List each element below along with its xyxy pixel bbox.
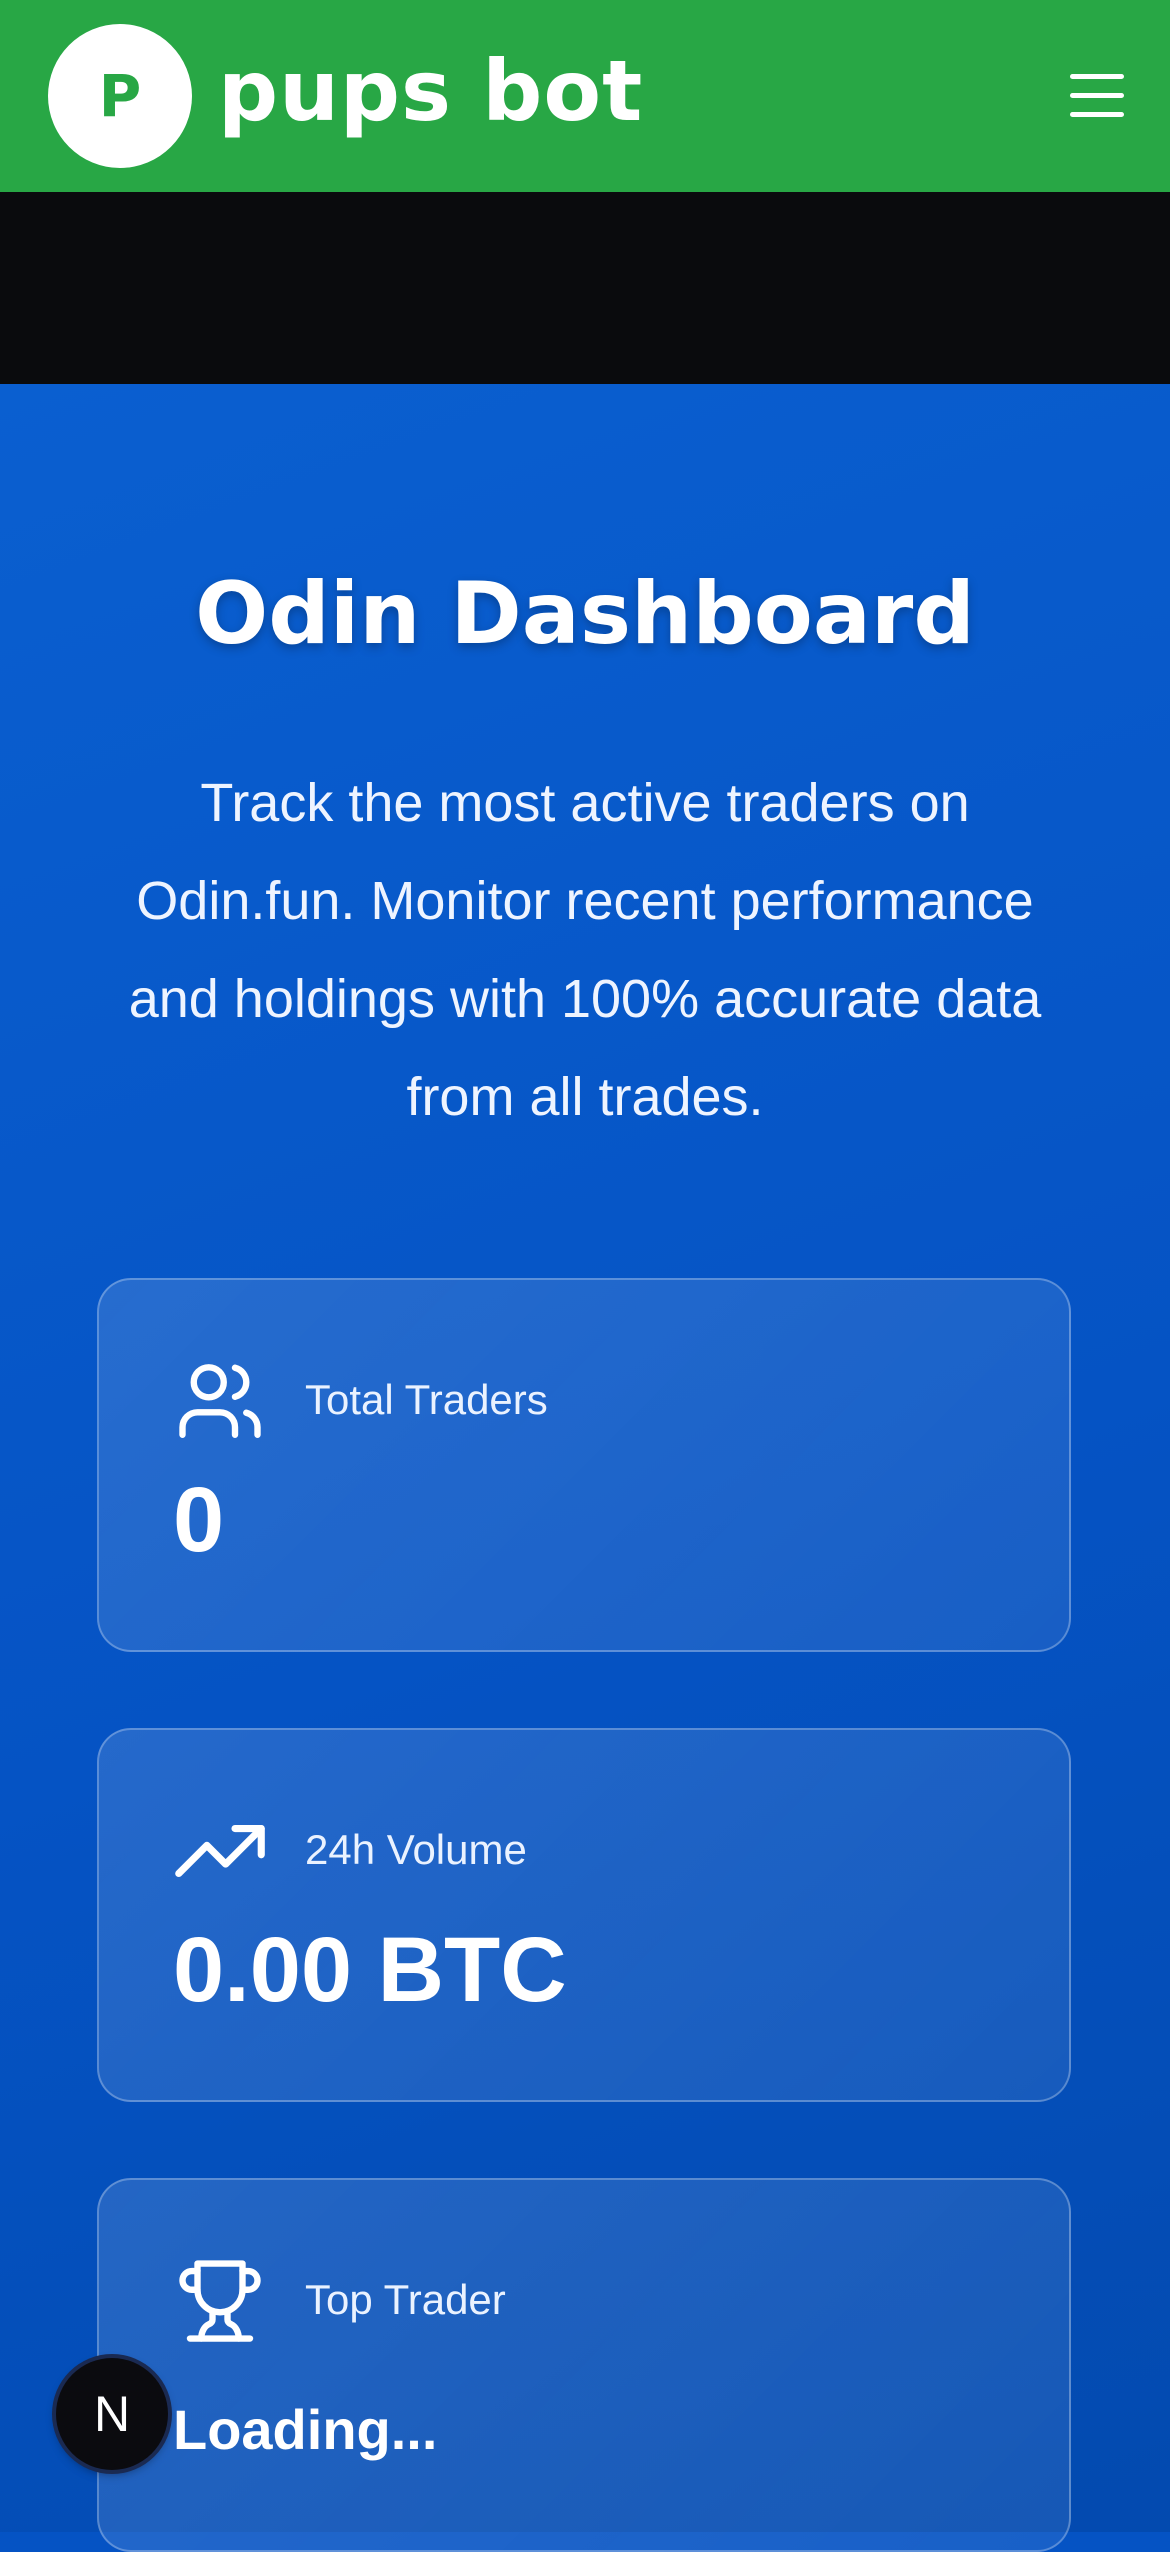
stat-card-24h-volume: 24h Volume 0.00 BTC [97, 1728, 1071, 2102]
hamburger-menu-icon[interactable] [1068, 70, 1128, 122]
dashboard-main: Odin Dashboard Track the most active tra… [0, 384, 1170, 2552]
users-icon [179, 1364, 261, 1438]
banner-band [0, 192, 1170, 384]
top-navbar: P pups bot [0, 0, 1170, 192]
stat-label: Top Trader [305, 2276, 506, 2323]
page-title: Odin Dashboard [195, 564, 975, 664]
trophy-icon [179, 2260, 261, 2342]
stat-label: Total Traders [305, 1376, 548, 1423]
page-description: Track the most active traders on Odin.fu… [128, 773, 1042, 1127]
stat-value: 0 [173, 1469, 225, 1571]
brand-name[interactable]: pups bot [218, 36, 643, 146]
stat-value: Loading... [173, 2398, 438, 2461]
stat-value: 0.00 BTC [173, 1919, 567, 2021]
trending-up-icon [175, 1824, 265, 1878]
nextjs-dev-badge[interactable]: N [56, 2358, 168, 2470]
stat-card-top-trader: Top Trader Loading... [97, 2178, 1071, 2552]
logo-avatar[interactable]: P [48, 24, 192, 168]
stat-label: 24h Volume [305, 1826, 527, 1873]
stat-card-total-traders: Total Traders 0 [97, 1278, 1071, 1652]
